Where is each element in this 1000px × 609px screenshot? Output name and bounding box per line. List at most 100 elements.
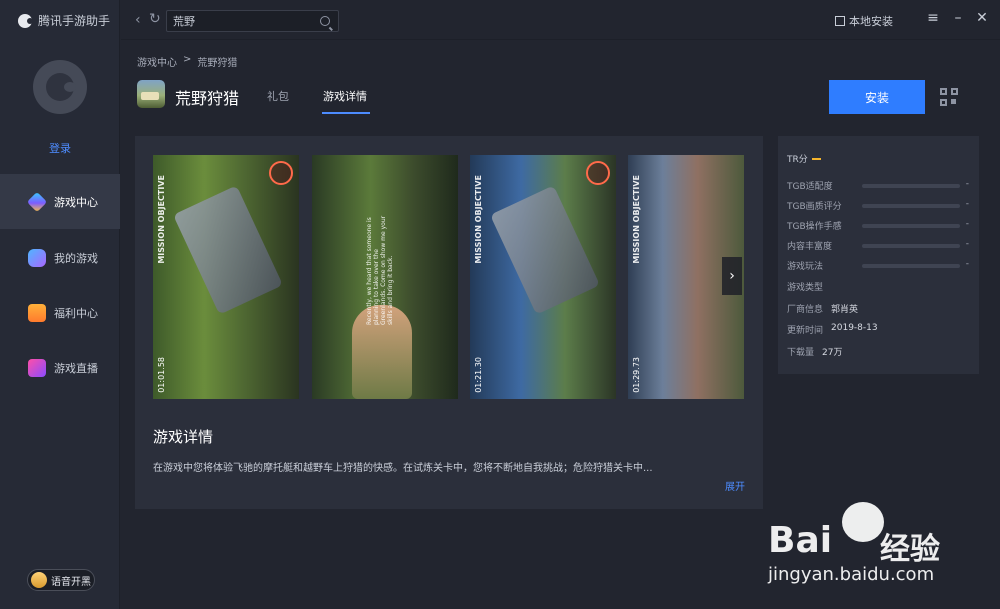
search-icon[interactable] [320,16,330,26]
game-type-row: 游戏类型 [787,280,823,293]
sidebar-item-welfare[interactable]: 福利中心 [0,285,120,340]
screenshot-caption: MISSION OBJECTIVE [474,175,483,264]
tab-game-details[interactable]: 游戏详情 [323,88,367,104]
local-install-label: 本地安装 [849,15,893,28]
screenshot-timer: 01:29.73 [632,357,641,393]
baidu-paw-logo-icon [842,502,884,542]
sidebar-item-game-center[interactable]: 游戏中心 [0,174,120,229]
rating-bar [862,224,960,228]
downloads-row: 下载量 27万 [787,345,842,358]
rating-bar [862,204,960,208]
rating-label: 内容丰富度 [787,242,833,252]
rating-row: TGB适配度 - [787,179,973,192]
default-avatar-icon [46,73,76,101]
game-icon [137,80,165,108]
breadcrumb-separator: > [183,54,192,65]
search-box [166,10,339,32]
tr-score-label: TR分 [787,155,808,165]
avatar[interactable] [33,60,87,114]
game-type-label: 游戏类型 [787,283,824,293]
local-install-button[interactable]: 本地安装 [835,13,893,29]
sidebar-item-my-games[interactable]: 我的游戏 [0,230,120,285]
rating-value: - [965,239,969,249]
local-install-icon [835,16,845,26]
screenshot-caption: Recently, we heard that someone is plann… [366,215,394,325]
update-time-value: 2019-8-13 [831,323,878,333]
voice-chat-button[interactable]: 语音开黑 [27,569,95,591]
next-screenshot-button[interactable]: › [722,257,742,295]
rating-value: - [965,219,969,229]
downloads-label: 下载量 [787,348,815,358]
tr-score-dash [811,157,821,160]
crosshair-icon [586,161,610,185]
weapon-graphic [173,185,283,315]
minimize-icon[interactable]: – [950,10,966,26]
gamepad-icon [28,248,46,267]
close-icon[interactable]: ✕ [974,10,990,26]
weapon-graphic [490,185,600,315]
rating-value: - [965,199,969,209]
breadcrumb: 游戏中心 > 荒野狩猎 [137,54,237,69]
rating-value: - [965,179,969,189]
qr-code-icon[interactable] [940,88,958,106]
menu-icon[interactable]: ≡ [925,10,941,26]
microphone-icon [31,572,47,588]
screenshot[interactable]: MISSION OBJECTIVE 01:01.58 [153,155,299,399]
watermark-url: jingyan.baidu.com [768,564,935,585]
sidebar-item-label: 游戏直播 [54,361,98,375]
vendor-value: 郭肖英 [831,305,859,315]
voice-chat-label: 语音开黑 [51,576,91,588]
rating-row: 内容丰富度 - [787,239,973,252]
breadcrumb-current: 荒野狩猎 [197,58,238,69]
rating-label: 游戏玩法 [787,262,824,272]
screenshot[interactable]: Recently, we heard that someone is plann… [312,155,458,399]
tr-score: TR分 [787,152,821,165]
vendor-label: 厂商信息 [787,305,824,315]
rating-bar [862,264,960,268]
page-title: 荒野狩猎 [175,89,240,108]
login-link[interactable]: 登录 [0,140,120,156]
rating-bar [862,184,960,188]
search-input[interactable] [173,13,313,29]
tab-gift[interactable]: 礼包 [267,88,289,104]
section-title: 游戏详情 [153,428,214,446]
rating-row: TGB操作手感 - [787,219,973,232]
breadcrumb-home[interactable]: 游戏中心 [137,54,177,69]
watermark-brand-cn: 经验 [880,532,940,567]
downloads-value: 27万 [822,348,843,358]
rating-label: TGB适配度 [787,182,833,192]
baidu-jingyan-watermark: Bai 经验 jingyan.baidu.com [768,500,1000,609]
sidebar-item-live[interactable]: 游戏直播 [0,340,120,395]
screenshot[interactable]: MISSION OBJECTIVE 01:21.30 [470,155,616,399]
rating-row: TGB画质评分 - [787,199,973,212]
screenshot-timer: 01:21.30 [474,357,483,393]
sidebar-item-label: 游戏中心 [54,195,98,209]
back-icon[interactable]: ‹ [135,12,141,28]
app-brand: 腾讯手游助手 [18,12,110,29]
game-description: 在游戏中您将体验飞驰的摩托艇和越野车上狩猎的快感。在试炼关卡中，您将不断地自我挑… [153,463,653,474]
screenshot-caption: MISSION OBJECTIVE [157,175,166,264]
screenshot-caption: MISSION OBJECTIVE [632,175,641,264]
expand-link[interactable]: 展开 [725,478,745,493]
active-tab-indicator [322,112,370,114]
gift-icon [28,303,46,322]
rating-bar [862,244,960,248]
vendor-row: 厂商信息 郭肖英 [787,302,858,315]
game-center-icon [26,191,48,212]
game-info-panel: TR分 TGB适配度 - TGB画质评分 - TGB操作手感 - 内容丰富度 -… [778,136,979,374]
rating-label: TGB操作手感 [787,222,842,232]
tencent-logo-icon [18,13,33,28]
details-panel: MISSION OBJECTIVE 01:01.58 Recently, we … [135,136,763,509]
rating-row: 游戏玩法 - [787,259,973,272]
update-time-row: 更新时间 2019-8-13 [787,323,878,336]
app-title: 腾讯手游助手 [38,14,111,28]
install-button[interactable]: 安装 [829,80,925,114]
sidebar-item-label: 福利中心 [54,306,98,320]
refresh-icon[interactable]: ↻ [149,11,161,27]
update-time-label: 更新时间 [787,326,824,336]
watermark-brand-latin: Bai [768,520,833,561]
live-video-icon [28,358,46,377]
sidebar: 腾讯手游助手 登录 游戏中心 我的游戏 福利中心 游戏直播 语音开黑 [0,0,120,609]
screenshot-timer: 01:01.58 [157,357,166,393]
rating-label: TGB画质评分 [787,202,842,212]
